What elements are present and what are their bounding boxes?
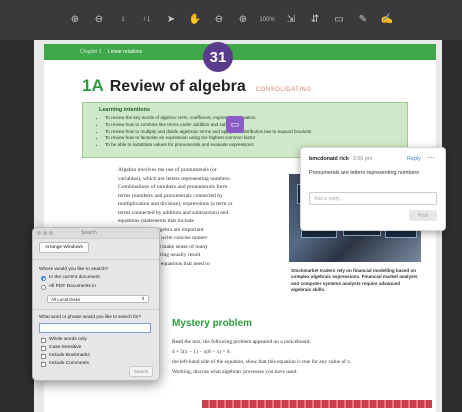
post-button[interactable]: Post bbox=[409, 210, 437, 221]
comment-popup: bmcdonald rick 3:56 pm Reply ⋯ Pronumeral… bbox=[300, 147, 446, 231]
mystery-line: Working, discuss what algebraic processe… bbox=[172, 369, 298, 375]
learning-item: To review how to multiply and divide alg… bbox=[105, 129, 399, 136]
body-line: terms connected by addition and subtract… bbox=[118, 209, 229, 216]
hand-tool-icon[interactable]: ✋ bbox=[188, 13, 202, 27]
comment-tool-icon[interactable]: ▭ bbox=[332, 13, 346, 27]
checkbox-include-bookmarks[interactable] bbox=[41, 354, 46, 359]
checkbox-whole-words[interactable] bbox=[41, 338, 46, 343]
mystery-line: 4 + 5(x − 1) − x(8 − x) = 0. bbox=[172, 349, 231, 355]
page-badge: 31 bbox=[203, 42, 233, 72]
search-titlebar: Search bbox=[33, 228, 159, 239]
zoom-in-icon[interactable]: ⊕ bbox=[236, 13, 250, 27]
divider bbox=[33, 309, 159, 310]
mystery-heading: Mystery problem bbox=[172, 318, 253, 329]
reply-link[interactable]: Reply bbox=[407, 156, 421, 162]
page-number-field[interactable]: 1 bbox=[116, 13, 130, 27]
checkbox-label: Case-Sensitive bbox=[49, 345, 82, 350]
search-panel: Search Arrange Windows Where would you l… bbox=[32, 227, 160, 381]
zoom-window-icon[interactable] bbox=[49, 231, 53, 235]
chevron-updown-icon: ⇕ bbox=[141, 296, 145, 301]
radio-all-label: All PDF Documents in bbox=[49, 284, 96, 289]
location-value: All Local Disks bbox=[51, 296, 81, 302]
radio-current-label: In the current document bbox=[49, 275, 100, 280]
divider bbox=[33, 259, 159, 260]
learning-item: To review how to factorise an expression… bbox=[105, 135, 399, 142]
where-label: Where would you like to search? bbox=[39, 267, 109, 272]
page-next-icon[interactable]: ⊖ bbox=[92, 13, 106, 27]
location-select[interactable]: All Local Disks ⇕ bbox=[47, 295, 149, 303]
learning-item: To review the key words of algebra: term… bbox=[105, 115, 399, 122]
checkbox-case-sensitive[interactable] bbox=[41, 346, 46, 351]
zoom-out-icon[interactable]: ⊖ bbox=[212, 13, 226, 27]
chapter-title: Linear relations bbox=[107, 49, 143, 55]
chapter-header: Chapter 1 Linear relations bbox=[44, 44, 436, 60]
arrange-windows-button[interactable]: Arrange Windows bbox=[39, 242, 89, 253]
section-heading: 1A Review of algebra CONSOLIDATING bbox=[82, 76, 312, 96]
radio-all-pdfs[interactable] bbox=[41, 285, 46, 290]
body-line: equations (statements that include bbox=[118, 218, 194, 224]
body-line: multiplication and division), expression… bbox=[118, 201, 233, 207]
body-line: Combinations of numbers and pronumerals … bbox=[118, 184, 228, 190]
mystery-line: the left-hand side of the equation, show… bbox=[172, 359, 352, 365]
toolbar: ⊕ ⊖ 1 / 1 ➤ ✋ ⊖ ⊕ 100% ⇲ ⇵ ▭ ✎ ✍ bbox=[0, 0, 462, 40]
ellipsis-icon[interactable]: ⋯ bbox=[427, 153, 435, 162]
page-count: / 1 bbox=[143, 17, 151, 23]
comment-header: bmcdonald rick 3:56 pm bbox=[309, 156, 372, 162]
section-number: 1A bbox=[82, 76, 104, 95]
pen-icon[interactable]: ✎ bbox=[356, 13, 370, 27]
scroll-mode-icon[interactable]: ⇵ bbox=[308, 13, 322, 27]
learning-item: To review how to combine like terms unde… bbox=[105, 122, 399, 129]
bottom-decor-stripe bbox=[202, 400, 432, 408]
checkbox-label: Whole words only bbox=[49, 337, 87, 342]
mystery-line: Read the text, the following problem app… bbox=[172, 339, 311, 345]
photo-caption: Stockmarket traders rely on financial mo… bbox=[291, 268, 418, 293]
pdf-viewer-window: ⊕ ⊖ 1 / 1 ➤ ✋ ⊖ ⊕ 100% ⇲ ⇵ ▭ ✎ ✍ Chapter… bbox=[0, 0, 462, 412]
reply-input[interactable]: Add a reply... bbox=[309, 192, 437, 205]
sign-icon[interactable]: ✍ bbox=[380, 13, 394, 27]
radio-current-document[interactable] bbox=[41, 276, 46, 281]
checkbox-label: Include Comments bbox=[49, 361, 89, 366]
mystery-text: Read the text, the following problem app… bbox=[172, 337, 422, 377]
checkbox-include-comments[interactable] bbox=[41, 362, 46, 367]
comment-time: 3:56 pm bbox=[352, 156, 373, 162]
body-line: terms (numbers and pronumerals connected… bbox=[118, 192, 223, 199]
fit-page-icon[interactable]: ⇲ bbox=[284, 13, 298, 27]
comment-author: bmcdonald rick bbox=[309, 156, 349, 162]
chapter-label: Chapter 1 bbox=[80, 49, 102, 55]
select-arrow-icon[interactable]: ➤ bbox=[164, 13, 178, 27]
query-label: What word or phrase would you like to se… bbox=[39, 314, 142, 319]
zoom-level[interactable]: 100% bbox=[259, 13, 274, 27]
search-window-title: Search bbox=[81, 230, 97, 236]
learning-intentions-list: To review the key words of algebra: term… bbox=[91, 115, 399, 149]
checkbox-label: Include Bookmarks bbox=[49, 353, 90, 358]
section-tag: CONSOLIDATING bbox=[255, 87, 312, 93]
comment-message: Pronumerals are letters representing num… bbox=[309, 170, 419, 176]
learning-intentions-title: Learning intentions bbox=[99, 107, 151, 113]
body-line: variables), which are letters representi… bbox=[118, 175, 231, 182]
comment-note-icon[interactable]: ▭ bbox=[226, 116, 244, 133]
search-button[interactable]: Search bbox=[129, 366, 153, 377]
close-window-icon[interactable] bbox=[37, 231, 41, 235]
page-prev-icon[interactable]: ⊕ bbox=[68, 13, 82, 27]
search-query-input[interactable] bbox=[39, 323, 151, 333]
section-title: Review of algebra bbox=[109, 78, 246, 95]
body-line: Algebra involves the use of pronumerals … bbox=[118, 167, 217, 173]
minimize-window-icon[interactable] bbox=[43, 231, 47, 235]
